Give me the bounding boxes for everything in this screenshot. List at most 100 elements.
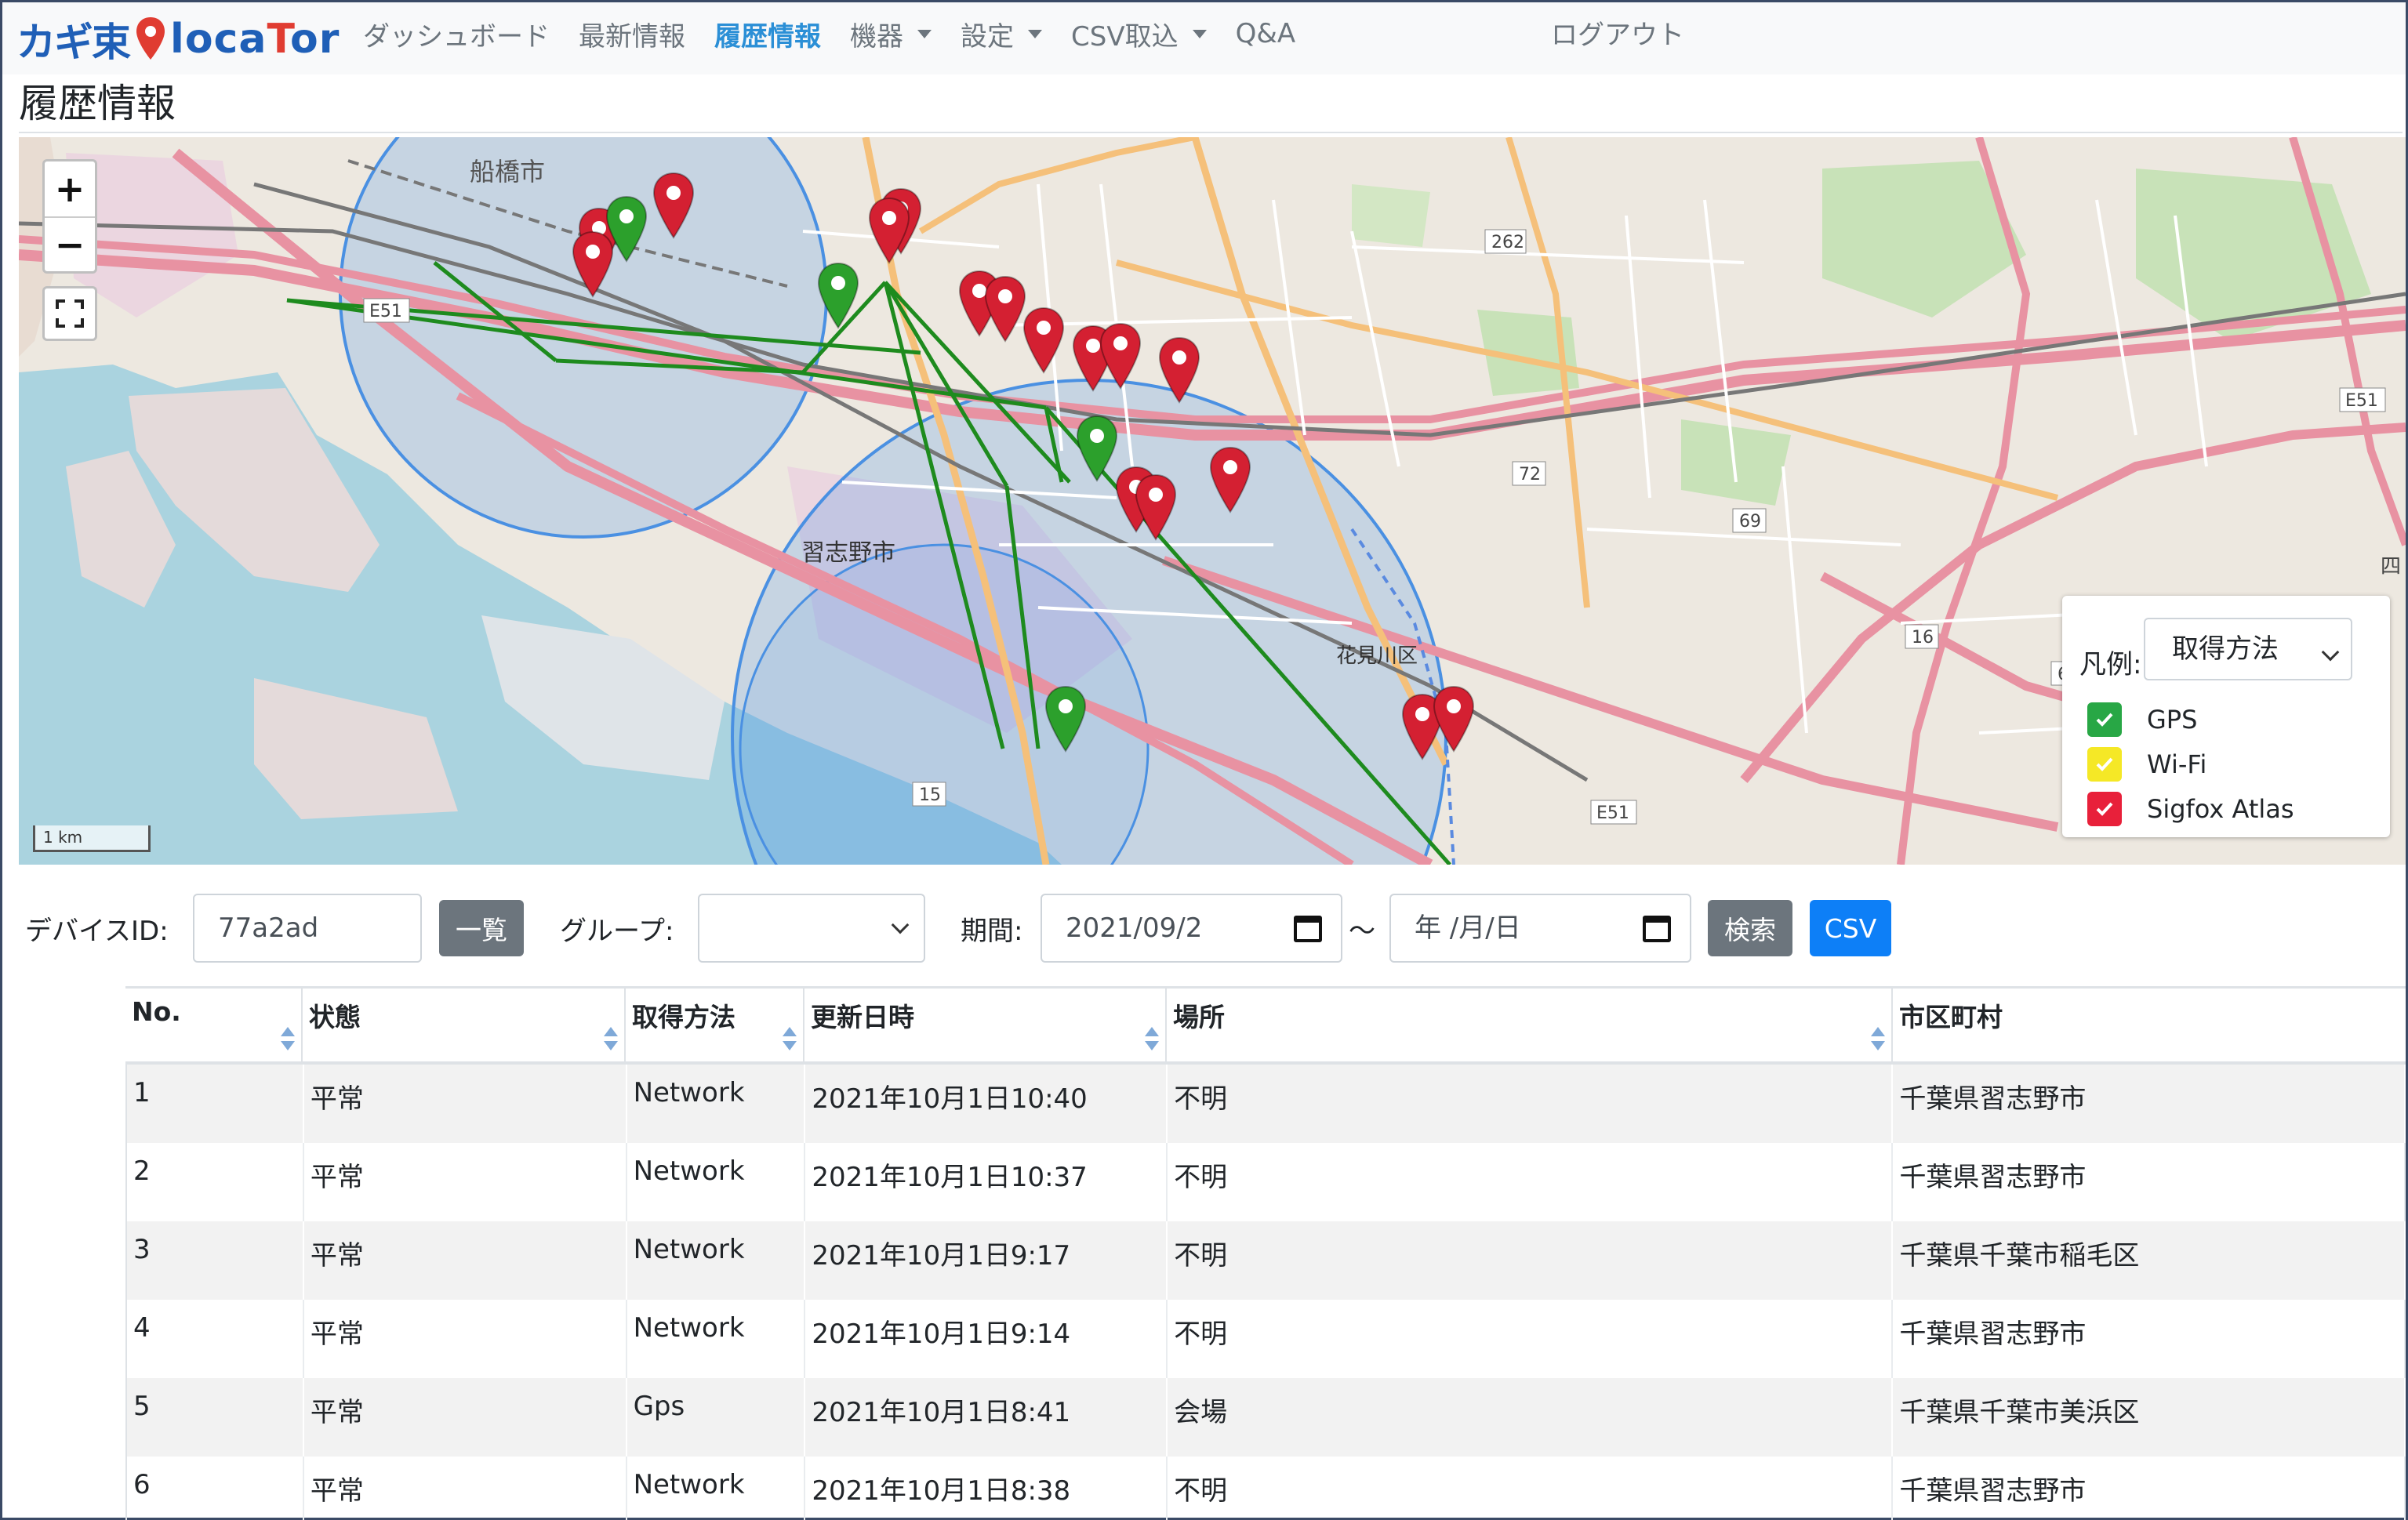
map-view[interactable]: 船橋市 習志野市 花見川区 E51 E51 E51 262 72 69 16 1… (19, 137, 2406, 865)
table-cell: 平常 (304, 1457, 627, 1520)
map-marker-icon[interactable] (984, 275, 1026, 343)
map-marker-icon[interactable] (1158, 336, 1200, 404)
map-legend: 凡例: 取得方法 GPS Wi-Fi Sigfox Atlas (2062, 596, 2390, 837)
table-cell: Network (627, 1457, 806, 1520)
calendar-icon[interactable] (1643, 916, 1671, 942)
date-from-input[interactable]: 2021/09/2 (1041, 894, 1342, 963)
sort-icon[interactable] (279, 1025, 296, 1052)
table-cell: 不明 (1168, 1300, 1894, 1378)
navbar: カギ束 locaTor ダッシュボード 最新情報 履歴情報 機器 設定 CSV取… (2, 2, 2406, 74)
zoom-control: + − (42, 159, 97, 274)
legend-item-wifi[interactable]: Wi-Fi (2087, 746, 2206, 782)
map-marker-icon[interactable] (817, 262, 859, 329)
csv-button[interactable]: CSV (1810, 900, 1891, 956)
table-row[interactable]: 5 平常 Gps 2021年10月1日8:41 会場 千葉県千葉市美浜区 (127, 1378, 2406, 1457)
table-cell: 会場 (1168, 1378, 1894, 1457)
map-marker-icon[interactable] (1135, 473, 1177, 541)
nav-devices[interactable]: 機器 (850, 15, 932, 53)
device-id-input[interactable]: 77a2ad (193, 894, 422, 963)
map-marker-icon[interactable] (652, 172, 695, 239)
legend-item-sigfox[interactable]: Sigfox Atlas (2087, 791, 2294, 827)
legend-sigfox-label: Sigfox Atlas (2147, 794, 2294, 824)
chevron-down-icon (2321, 643, 2340, 662)
map-marker-icon[interactable] (572, 230, 614, 298)
marker-layer (572, 172, 1475, 760)
search-form: デバイスID: 77a2ad 一覧 グループ: 期間: 2021/09/2 ～ … (0, 886, 2408, 964)
table-cell: 1 (127, 1065, 304, 1143)
map-marker-icon[interactable] (1209, 446, 1251, 513)
zoom-out-button[interactable]: − (45, 216, 95, 271)
sort-icon[interactable] (602, 1025, 619, 1052)
table-row[interactable]: 4 平常 Network 2021年10月1日9:14 不明 千葉県習志野市 (127, 1300, 2406, 1378)
sort-icon[interactable] (1143, 1025, 1160, 1052)
group-select[interactable] (698, 894, 925, 963)
date-to-input[interactable]: 年 /月/日 (1389, 894, 1691, 963)
checkbox-sigfox[interactable] (2087, 792, 2122, 826)
table-cell: 不明 (1168, 1457, 1894, 1520)
table-row[interactable]: 2 平常 Network 2021年10月1日10:37 不明 千葉県習志野市 (127, 1143, 2406, 1221)
nav-qa[interactable]: Q&A (1236, 18, 1296, 49)
table-cell: 2021年10月1日9:17 (805, 1221, 1168, 1300)
nav-dashboard[interactable]: ダッシュボード (363, 15, 550, 53)
sort-icon[interactable] (781, 1025, 798, 1052)
list-button[interactable]: 一覧 (439, 900, 524, 956)
table-cell: 千葉県千葉市稲毛区 (1893, 1221, 2406, 1300)
table-cell: 5 (127, 1378, 304, 1457)
table-row[interactable]: 3 平常 Network 2021年10月1日9:17 不明 千葉県千葉市稲毛区 (127, 1221, 2406, 1300)
legend-method-select[interactable]: 取得方法 (2144, 618, 2352, 680)
checkbox-gps[interactable] (2087, 702, 2122, 737)
table-cell: 不明 (1168, 1143, 1894, 1221)
legend-label: 凡例: (2079, 649, 2142, 680)
brand-en: locaTor (170, 16, 340, 63)
fullscreen-button[interactable] (42, 286, 97, 341)
legend-item-gps[interactable]: GPS (2087, 702, 2197, 738)
table-cell: 平常 (304, 1378, 627, 1457)
caret-down-icon (917, 29, 932, 38)
nav-latest-info[interactable]: 最新情報 (579, 15, 685, 53)
column-header-method[interactable]: 取得方法 (626, 989, 804, 1061)
fullscreen-icon (56, 299, 84, 328)
history-table: No. 状態 取得方法 更新日時 場所 市区町村 1 平常 Network 2021年… (125, 986, 2406, 1520)
column-header-city[interactable]: 市区町村 (1893, 989, 2406, 1061)
table-cell: Network (627, 1221, 806, 1300)
table-cell: 千葉県習志野市 (1893, 1300, 2406, 1378)
table-row[interactable]: 6 平常 Network 2021年10月1日8:38 不明 千葉県習志野市 (127, 1457, 2406, 1520)
brand-jp: カギ束 (16, 20, 131, 65)
map-marker-icon[interactable] (1433, 685, 1475, 753)
logout-link[interactable]: ログアウト (1551, 13, 1684, 52)
nav-csv-import[interactable]: CSV取込 (1071, 15, 1207, 53)
table-cell: 2021年10月1日10:40 (805, 1065, 1168, 1143)
column-header-place[interactable]: 場所 (1167, 989, 1893, 1061)
column-header-updated[interactable]: 更新日時 (804, 989, 1167, 1061)
map-marker-icon[interactable] (1022, 307, 1065, 374)
map-marker-icon[interactable] (868, 197, 910, 264)
brand-logo[interactable]: カギ束 locaTor (16, 12, 340, 67)
zoom-in-button[interactable]: + (45, 161, 95, 216)
check-icon (2096, 713, 2113, 727)
sort-icon[interactable] (1869, 1025, 1887, 1052)
table-body: 1 平常 Network 2021年10月1日10:40 不明 千葉県習志野市 2 平常 Net… (125, 1065, 2406, 1520)
legend-gps-label: GPS (2147, 705, 2198, 735)
map-marker-icon[interactable] (1099, 322, 1142, 390)
map-marker-icon[interactable] (1076, 415, 1118, 482)
table-cell: 千葉県習志野市 (1893, 1457, 2406, 1520)
table-cell: Network (627, 1065, 806, 1143)
check-icon (2096, 802, 2113, 816)
map-scale: 1 km (33, 825, 151, 852)
checkbox-wifi[interactable] (2087, 747, 2122, 782)
search-button[interactable]: 検索 (1708, 900, 1792, 956)
nav-settings[interactable]: 設定 (961, 15, 1042, 53)
map-marker-icon[interactable] (1044, 685, 1087, 753)
table-cell: 平常 (304, 1221, 627, 1300)
table-cell: 3 (127, 1221, 304, 1300)
location-pin-icon (136, 17, 165, 60)
check-icon (2096, 757, 2113, 771)
nav-history-info[interactable]: 履歴情報 (714, 15, 821, 53)
calendar-icon[interactable] (1294, 916, 1322, 942)
caret-down-icon (1192, 29, 1207, 38)
column-header-no[interactable]: No. (125, 989, 303, 1061)
table-cell: 千葉県習志野市 (1893, 1065, 2406, 1143)
table-row[interactable]: 1 平常 Network 2021年10月1日10:40 不明 千葉県習志野市 (127, 1065, 2406, 1143)
table-cell: Gps (627, 1378, 806, 1457)
column-header-status[interactable]: 状態 (303, 989, 626, 1061)
